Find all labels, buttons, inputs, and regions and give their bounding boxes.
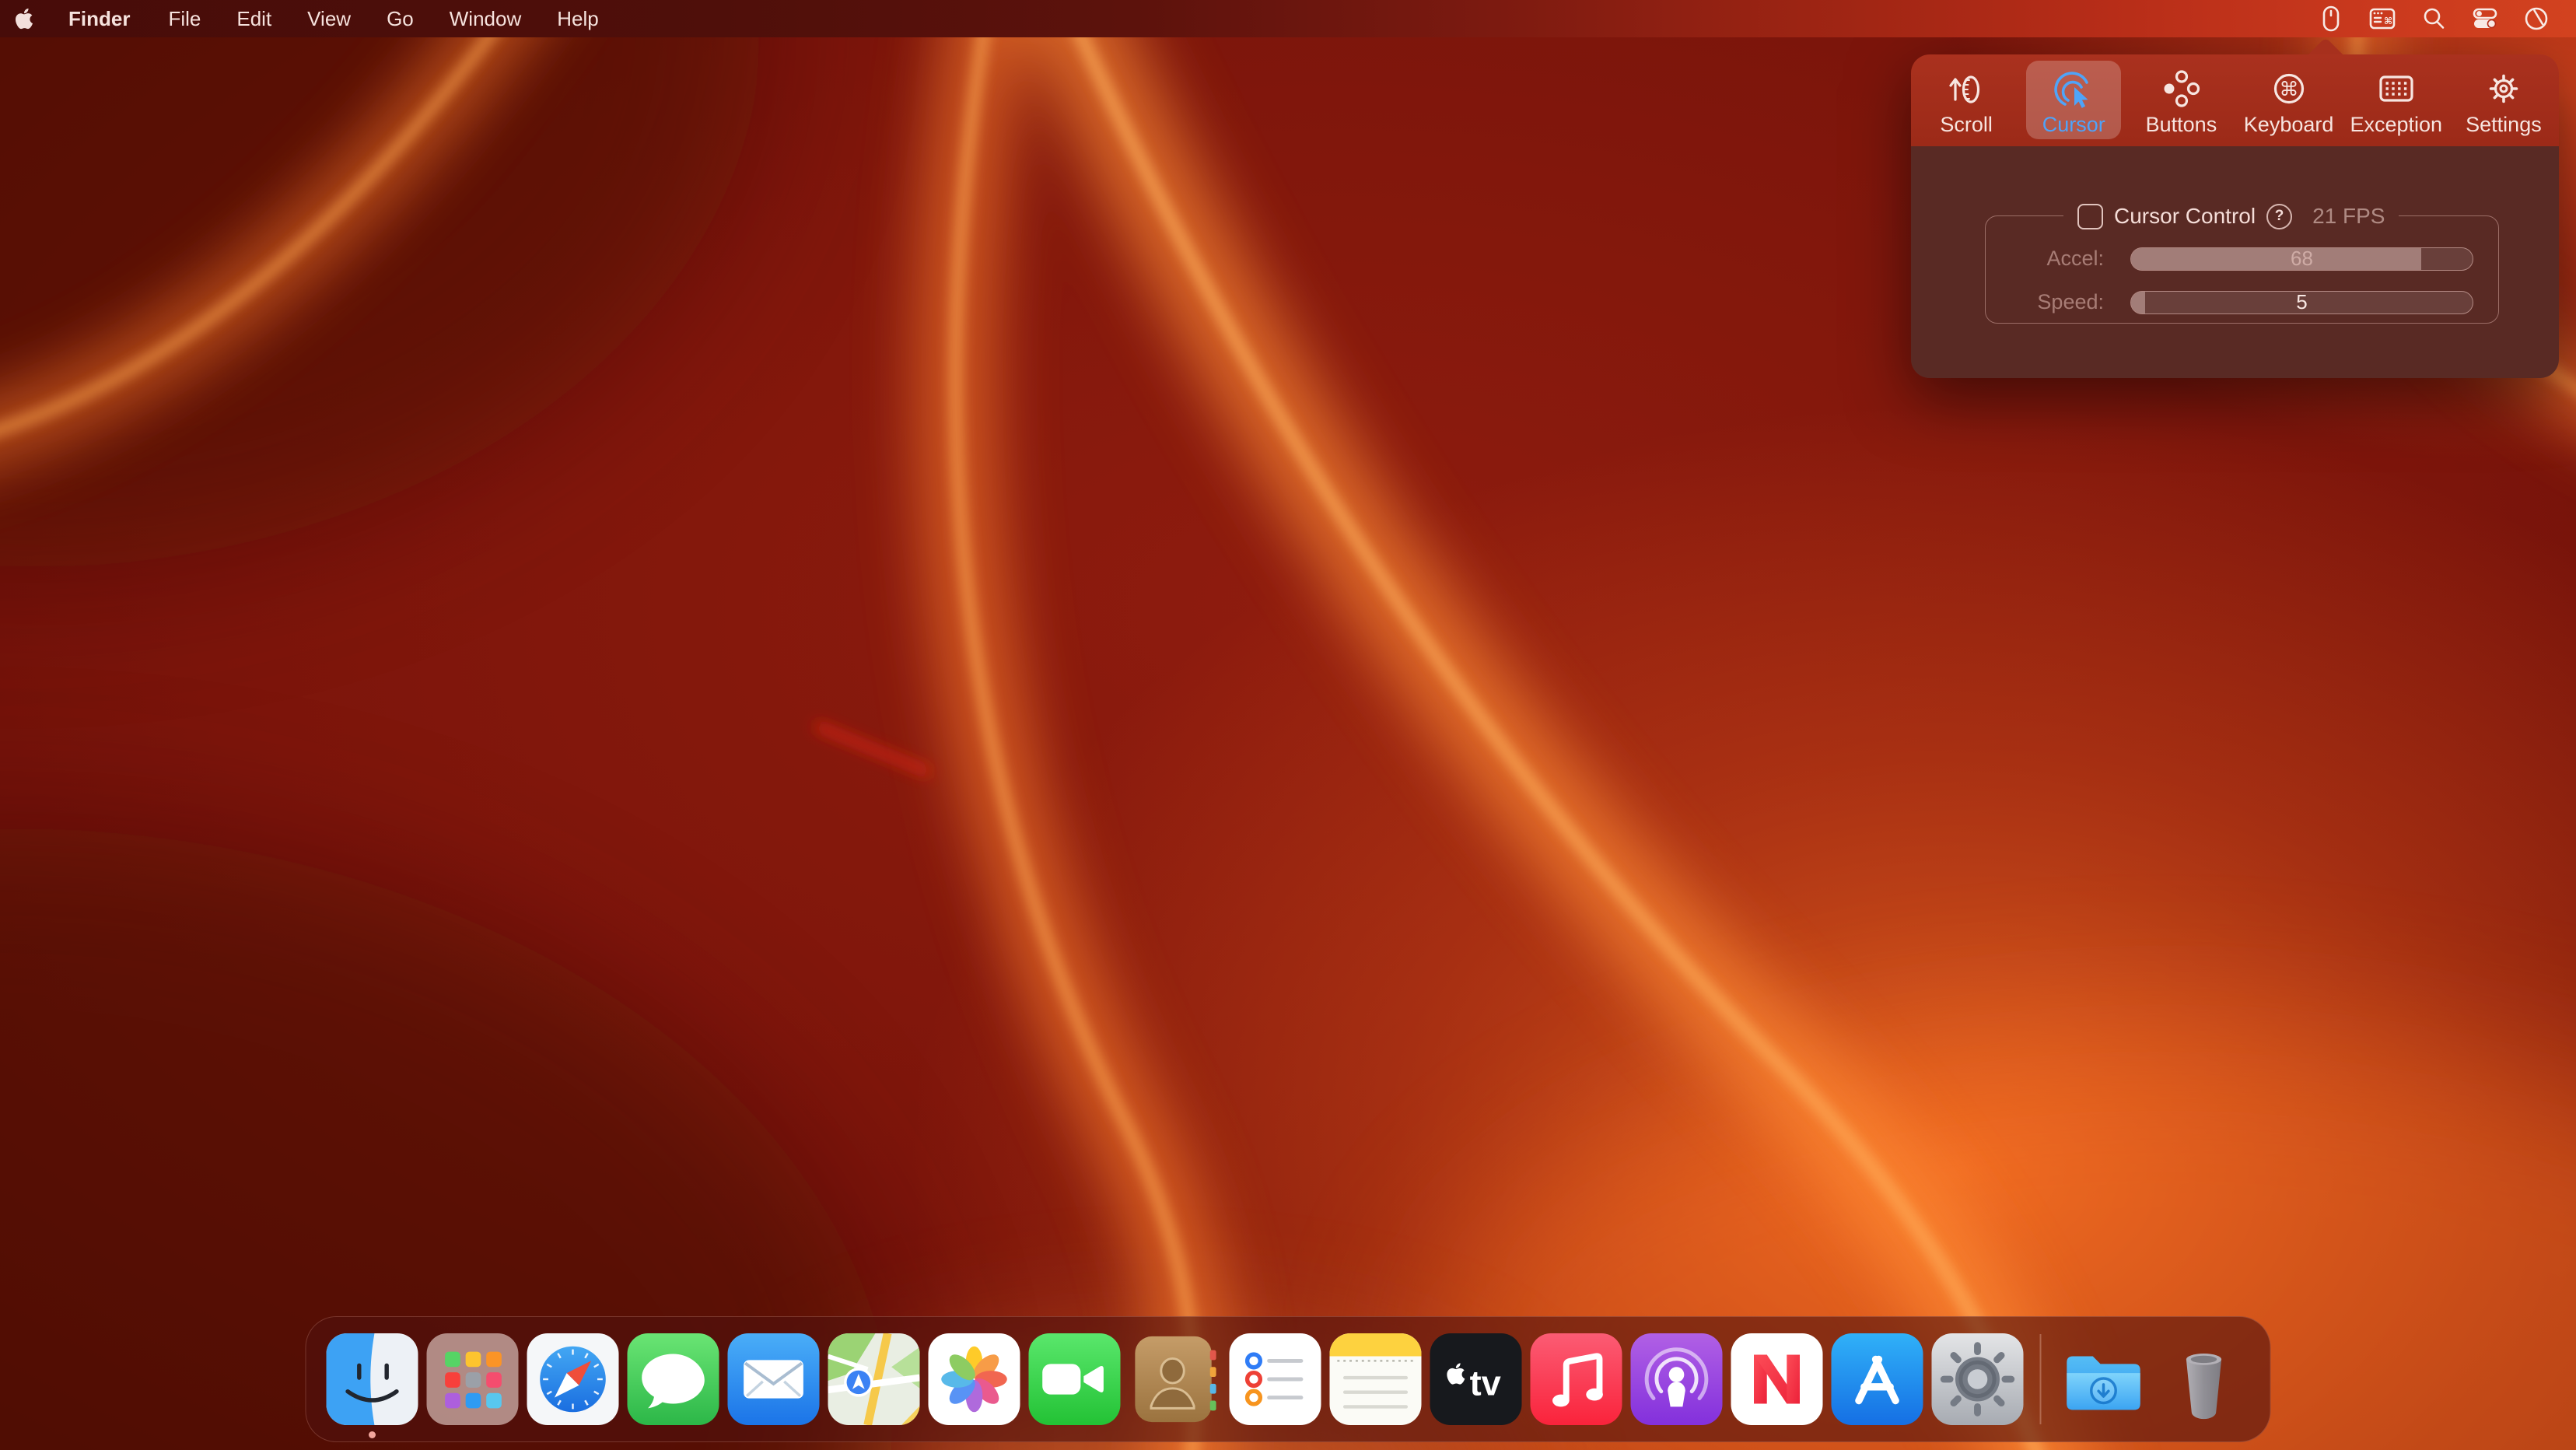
apple-logo-icon[interactable] bbox=[0, 0, 48, 37]
maps-icon bbox=[828, 1333, 920, 1425]
music-icon bbox=[1531, 1333, 1622, 1425]
cursor-control-checkbox[interactable] bbox=[2077, 204, 2103, 229]
scroll-wheel-icon bbox=[1944, 65, 1988, 110]
menu-file[interactable]: File bbox=[150, 0, 219, 37]
tab-label: Settings bbox=[2466, 113, 2542, 137]
dock-item-facetime[interactable] bbox=[1029, 1333, 1121, 1425]
mail-icon bbox=[728, 1333, 820, 1425]
reminders-icon bbox=[1230, 1333, 1321, 1425]
popover-tab-bar: Scroll Cursor Buttons ⌘ Keyboard bbox=[1911, 54, 2559, 146]
spotlight-search-icon[interactable] bbox=[2408, 0, 2459, 37]
svg-text:tv: tv bbox=[1470, 1364, 1501, 1403]
tab-settings[interactable]: Settings bbox=[2450, 54, 2557, 146]
speed-value: 5 bbox=[2131, 292, 2473, 313]
accel-slider[interactable]: 68 bbox=[2130, 247, 2473, 271]
facetime-icon bbox=[1029, 1333, 1121, 1425]
dock-item-reminders[interactable] bbox=[1230, 1333, 1321, 1425]
messages-icon bbox=[628, 1333, 719, 1425]
cursor-control-group: Cursor Control ? 21 FPS Accel: 68 Speed:… bbox=[1985, 215, 2499, 324]
speed-row: Speed: 5 bbox=[1986, 290, 2498, 314]
tab-label: Buttons bbox=[2146, 113, 2217, 137]
dock-item-podcasts[interactable] bbox=[1631, 1333, 1723, 1425]
keypad-icon bbox=[2375, 65, 2418, 110]
tab-label: Keyboard bbox=[2244, 113, 2334, 137]
dock-item-app-store[interactable] bbox=[1832, 1333, 1923, 1425]
dock-item-system-preferences[interactable] bbox=[1932, 1333, 2024, 1425]
photos-icon bbox=[929, 1333, 1020, 1425]
menu-help[interactable]: Help bbox=[539, 0, 616, 37]
tab-label: Scroll bbox=[1940, 113, 1993, 137]
speed-slider[interactable]: 5 bbox=[2130, 291, 2473, 314]
tab-exception[interactable]: Exception bbox=[2343, 54, 2450, 146]
popover-content: Cursor Control ? 21 FPS Accel: 68 Speed:… bbox=[1911, 146, 2559, 378]
finder-icon bbox=[327, 1333, 418, 1425]
command-key-icon: ⌘ bbox=[2267, 65, 2311, 110]
menu-edit[interactable]: Edit bbox=[219, 0, 289, 37]
contacts-icon bbox=[1129, 1333, 1221, 1425]
dock-item-launchpad[interactable] bbox=[427, 1333, 519, 1425]
dock-item-downloads[interactable] bbox=[2058, 1333, 2150, 1425]
accel-value: 68 bbox=[2131, 248, 2473, 270]
tab-keyboard[interactable]: ⌘ Keyboard bbox=[2235, 54, 2343, 146]
tab-label: Cursor bbox=[2042, 113, 2105, 137]
help-icon[interactable]: ? bbox=[2266, 204, 2292, 229]
menu-bar: Finder File Edit View Go Window Help ⌘ bbox=[0, 0, 2576, 37]
cursor-control-legend: Cursor Control ? 21 FPS bbox=[2063, 203, 2399, 229]
news-icon bbox=[1731, 1333, 1823, 1425]
dock-item-photos[interactable] bbox=[929, 1333, 1020, 1425]
dock-item-mail[interactable] bbox=[728, 1333, 820, 1425]
dock-item-tv[interactable]: tv bbox=[1430, 1333, 1522, 1425]
downloads-folder-icon bbox=[2058, 1333, 2150, 1425]
dock-item-notes[interactable] bbox=[1330, 1333, 1422, 1425]
dock-item-contacts[interactable] bbox=[1129, 1333, 1221, 1425]
mouse-buttons-icon bbox=[2159, 65, 2203, 110]
circle-slash-icon[interactable] bbox=[2511, 0, 2562, 37]
tab-label: Exception bbox=[2350, 113, 2442, 137]
dock-divider bbox=[2040, 1334, 2042, 1424]
tab-scroll[interactable]: Scroll bbox=[1913, 54, 2020, 146]
app-store-icon bbox=[1832, 1333, 1923, 1425]
help-glyph: ? bbox=[2275, 208, 2284, 225]
notes-icon bbox=[1330, 1333, 1422, 1425]
menu-view[interactable]: View bbox=[289, 0, 369, 37]
control-center-icon[interactable] bbox=[2459, 0, 2511, 37]
tab-buttons[interactable]: Buttons bbox=[2127, 54, 2235, 146]
dock-item-safari[interactable] bbox=[527, 1333, 619, 1425]
mouse-icon[interactable] bbox=[2305, 0, 2357, 37]
apple-tv-icon: tv bbox=[1430, 1333, 1522, 1425]
speed-label: Speed: bbox=[1986, 290, 2104, 314]
dock-item-music[interactable] bbox=[1531, 1333, 1622, 1425]
dock-item-maps[interactable] bbox=[828, 1333, 920, 1425]
dock-item-finder[interactable] bbox=[327, 1333, 418, 1425]
accel-label: Accel: bbox=[1986, 247, 2104, 271]
dock: tv bbox=[306, 1316, 2271, 1442]
gear-icon bbox=[2482, 65, 2525, 110]
dock-item-news[interactable] bbox=[1731, 1333, 1823, 1425]
svg-text:⌘: ⌘ bbox=[2384, 16, 2392, 26]
safari-icon bbox=[527, 1333, 619, 1425]
svg-text:⌘: ⌘ bbox=[2279, 78, 2298, 100]
trash-icon bbox=[2158, 1333, 2250, 1425]
menu-window[interactable]: Window bbox=[432, 0, 539, 37]
cursor-click-icon bbox=[2052, 65, 2095, 110]
system-preferences-icon bbox=[1932, 1333, 2024, 1425]
fps-readout: 21 FPS bbox=[2312, 204, 2385, 229]
podcasts-icon bbox=[1631, 1333, 1723, 1425]
accel-row: Accel: 68 bbox=[1986, 247, 2498, 271]
mouse-utility-popover: Scroll Cursor Buttons ⌘ Keyboard bbox=[1911, 54, 2559, 378]
menu-app-name[interactable]: Finder bbox=[48, 0, 150, 37]
shortcuts-window-icon[interactable]: ⌘ bbox=[2357, 0, 2408, 37]
launchpad-icon bbox=[427, 1333, 519, 1425]
menu-go[interactable]: Go bbox=[369, 0, 432, 37]
dock-item-trash[interactable] bbox=[2158, 1333, 2250, 1425]
finder-running-indicator bbox=[369, 1431, 376, 1438]
tab-cursor[interactable]: Cursor bbox=[2020, 54, 2127, 146]
dock-item-messages[interactable] bbox=[628, 1333, 719, 1425]
cursor-control-label: Cursor Control bbox=[2114, 204, 2256, 229]
